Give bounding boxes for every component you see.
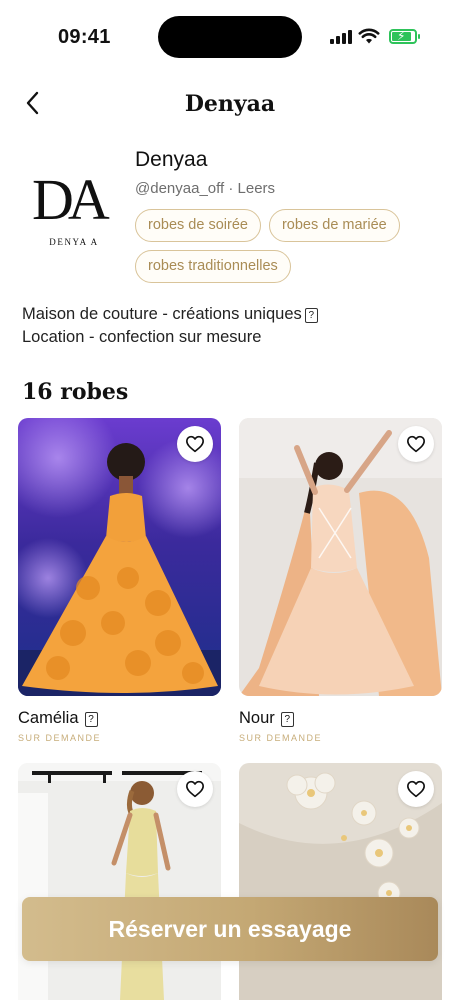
battery-charging-icon: ⚡: [389, 29, 420, 44]
heart-icon: [186, 435, 204, 453]
dress-name: Nour?: [239, 707, 294, 729]
missing-emoji-glyph: ?: [304, 308, 318, 323]
availability-label: SUR DEMANDE: [18, 733, 102, 743]
missing-emoji-glyph: ?: [280, 712, 294, 727]
dress-photo[interactable]: [239, 418, 442, 696]
status-time: 09:41: [58, 26, 111, 48]
tag-list: robes de soirée robes de mariée robes tr…: [135, 209, 435, 283]
dress-photo[interactable]: [18, 763, 221, 1000]
tag-wedding-dresses[interactable]: robes de mariée: [268, 209, 400, 242]
tag-evening-dresses[interactable]: robes de soirée: [135, 209, 261, 242]
dress-photo[interactable]: [18, 418, 221, 696]
profile-name: Denyaa: [135, 148, 208, 171]
favorite-button[interactable]: [177, 771, 213, 807]
availability-label: SUR DEMANDE: [239, 733, 323, 743]
book-fitting-button[interactable]: Réserver un essayage: [22, 897, 438, 961]
dynamic-island: [158, 16, 302, 58]
cellular-signal-icon: [330, 30, 352, 44]
logo-monogram: DA: [32, 167, 110, 232]
heart-icon: [407, 435, 425, 453]
tag-traditional-dresses[interactable]: robes traditionnelles: [135, 250, 291, 283]
favorite-button[interactable]: [398, 426, 434, 462]
page-title: Denyaa: [184, 91, 276, 117]
wifi-icon: [358, 28, 380, 44]
heart-icon: [186, 780, 204, 798]
dress-photo[interactable]: [239, 763, 442, 1000]
dress-name: Camélia?: [18, 707, 98, 729]
brand-logo: DA DENYA A: [22, 160, 126, 256]
favorite-button[interactable]: [398, 771, 434, 807]
status-bar: 09:41 ⚡: [0, 0, 460, 70]
dress-count-heading: 16 robes: [22, 379, 129, 405]
missing-emoji-glyph: ?: [84, 712, 98, 727]
profile-bio: Maison de couture - créations uniques? L…: [22, 303, 318, 349]
bio-line-2: Location - confection sur mesure: [22, 328, 262, 346]
logo-subtitle: DENYA A: [49, 237, 99, 247]
bio-line-1: Maison de couture - créations uniques?: [22, 303, 318, 326]
heart-icon: [407, 780, 425, 798]
favorite-button[interactable]: [177, 426, 213, 462]
profile-handle: @denyaa_off · Leers: [135, 180, 276, 197]
